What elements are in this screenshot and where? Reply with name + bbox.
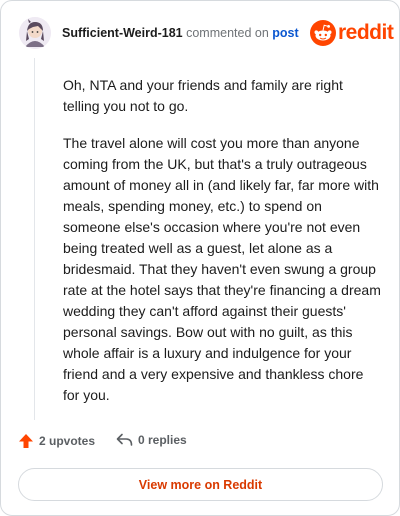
view-more-button[interactable]: View more on Reddit <box>18 468 383 501</box>
upvote-button[interactable]: 2 upvotes <box>18 433 95 449</box>
upvote-count: 2 upvotes <box>39 434 96 448</box>
reddit-wordmark: reddit <box>338 21 394 44</box>
post-link[interactable]: post <box>272 26 298 40</box>
comment-actions: 2 upvotes 0 replies <box>18 433 318 455</box>
reply-button[interactable]: 0 replies <box>116 433 187 447</box>
thread-line <box>34 58 35 420</box>
username-link[interactable]: Sufficient-Weird-181 <box>62 26 183 40</box>
comment-body: Oh, NTA and your friends and family are … <box>63 75 381 422</box>
avatar-illustration <box>19 17 51 49</box>
comment-meta: Sufficient-Weird-181 commented on post <box>62 26 299 40</box>
reddit-logo[interactable]: reddit <box>310 20 394 46</box>
reply-count: 0 replies <box>138 433 187 447</box>
embedded-comment-card: Sufficient-Weird-181 commented on post r… <box>0 0 400 516</box>
comment-paragraph: Oh, NTA and your friends and family are … <box>63 77 343 114</box>
comment-paragraph: The travel alone will cost you more than… <box>63 135 381 403</box>
action-text: commented on <box>186 26 269 40</box>
reply-arrow-icon <box>116 433 133 446</box>
reddit-snoo-icon <box>310 20 336 46</box>
comment-header: Sufficient-Weird-181 commented on post r… <box>19 17 394 51</box>
user-avatar[interactable] <box>19 17 51 49</box>
upvote-arrow-icon <box>19 434 33 448</box>
